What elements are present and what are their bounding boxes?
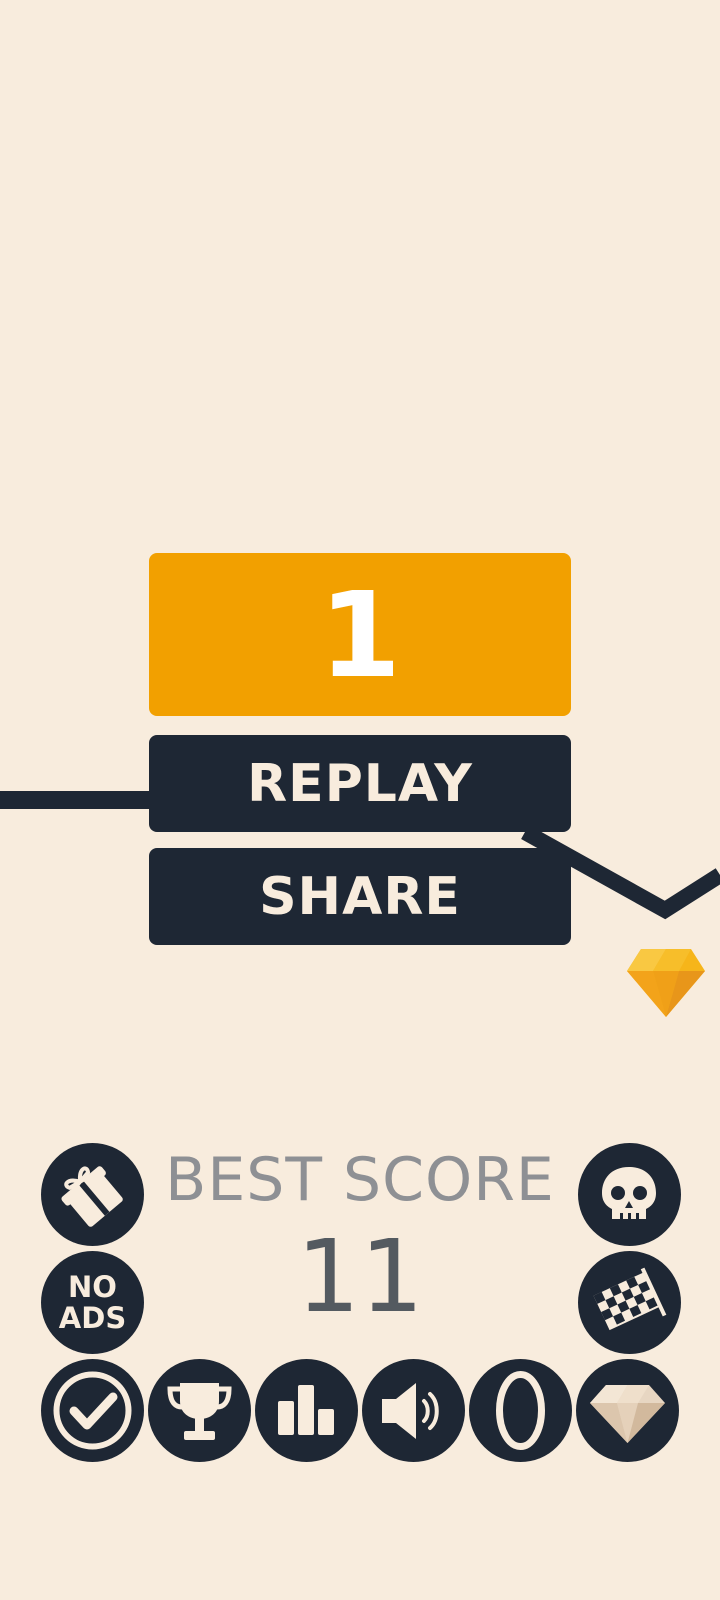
no-ads-label-line1: NO: [68, 1269, 117, 1304]
checkered-flag-icon: [593, 1267, 667, 1331]
trophy-button[interactable]: [148, 1359, 251, 1462]
share-button-label: SHARE: [259, 866, 461, 927]
ring-button[interactable]: [469, 1359, 572, 1462]
leaderboard-icon: [278, 1385, 334, 1435]
diamond-icon: [590, 1385, 665, 1443]
gem-icon: [627, 949, 705, 1017]
skull-icon: [602, 1167, 656, 1219]
challenge-button[interactable]: [578, 1251, 681, 1354]
gift-button[interactable]: [41, 1143, 144, 1246]
achievements-check-button[interactable]: [41, 1359, 144, 1462]
sound-icon: [382, 1383, 439, 1439]
trophy-icon: [167, 1383, 232, 1440]
no-ads-button[interactable]: NO ADS: [41, 1251, 144, 1354]
share-button[interactable]: SHARE: [149, 848, 571, 945]
best-score-value: 11: [296, 1218, 424, 1335]
current-score-panel: 1: [149, 553, 571, 716]
diamond-shop-button[interactable]: [576, 1359, 679, 1462]
checkmark-icon: [53, 1371, 132, 1450]
ring-icon: [496, 1371, 545, 1450]
gift-icon: [61, 1166, 123, 1227]
replay-button-label: REPLAY: [247, 753, 473, 814]
sound-toggle-button[interactable]: [362, 1359, 465, 1462]
skull-button[interactable]: [578, 1143, 681, 1246]
best-score-label: BEST SCORE: [165, 1145, 555, 1215]
current-score: 1: [318, 565, 402, 704]
no-ads-label-line2: ADS: [58, 1300, 127, 1335]
leaderboard-button[interactable]: [255, 1359, 358, 1462]
replay-button[interactable]: REPLAY: [149, 735, 571, 832]
